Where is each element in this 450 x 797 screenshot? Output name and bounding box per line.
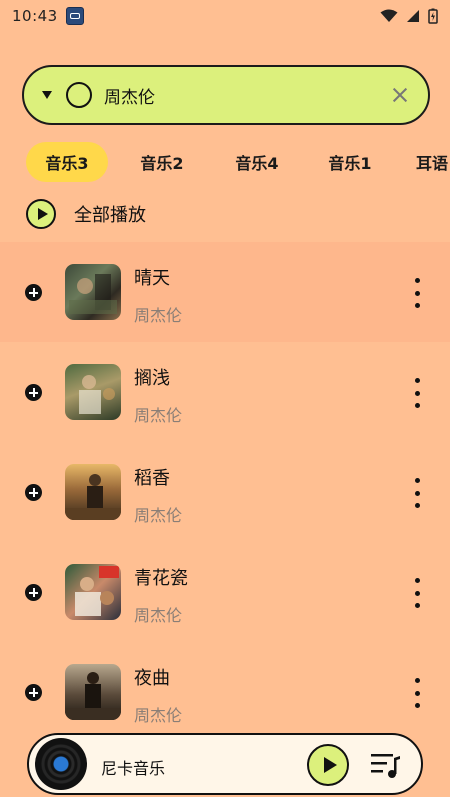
more-options-icon[interactable]	[410, 278, 424, 308]
album-cover	[65, 464, 121, 520]
add-icon[interactable]	[25, 384, 42, 401]
play-all-label: 全部播放	[74, 205, 146, 226]
add-icon[interactable]	[25, 584, 42, 601]
status-indicators	[380, 8, 438, 24]
status-bar: 10:43	[0, 0, 450, 32]
list-item[interactable]: 夜曲 周杰伦	[0, 642, 450, 742]
album-cover	[65, 364, 121, 420]
play-all-button[interactable]	[26, 199, 56, 229]
song-title: 青花瓷	[134, 568, 188, 589]
search-circle-icon	[66, 82, 92, 108]
song-artist: 周杰伦	[134, 406, 183, 425]
search-bar[interactable]: 周杰伦	[22, 65, 430, 125]
wifi-icon	[380, 9, 398, 22]
song-title: 晴天	[134, 268, 170, 289]
more-options-icon[interactable]	[410, 478, 424, 508]
more-options-icon[interactable]	[410, 378, 424, 408]
list-item[interactable]: 青花瓷 周杰伦	[0, 542, 450, 642]
vinyl-disc-icon	[35, 738, 87, 790]
song-title: 搁浅	[134, 368, 170, 389]
tab-music1[interactable]: 音乐1	[314, 142, 386, 182]
list-item[interactable]: 稻香 周杰伦	[0, 442, 450, 542]
song-artist: 周杰伦	[134, 706, 183, 725]
signal-icon	[407, 10, 419, 22]
list-item[interactable]: 搁浅 周杰伦	[0, 342, 450, 442]
player-play-button[interactable]	[307, 744, 349, 786]
close-icon[interactable]	[390, 85, 410, 105]
add-icon[interactable]	[25, 684, 42, 701]
song-artist: 周杰伦	[134, 506, 183, 525]
mini-player[interactable]: 尼卡音乐	[27, 733, 423, 795]
add-icon[interactable]	[25, 284, 42, 301]
category-tabs: 音乐3 音乐2 音乐4 音乐1 耳语	[0, 142, 450, 182]
more-options-icon[interactable]	[410, 578, 424, 608]
play-icon	[323, 757, 337, 773]
dropdown-arrow-icon[interactable]	[42, 91, 52, 99]
album-cover	[65, 664, 121, 720]
album-cover	[65, 264, 121, 320]
battery-icon	[428, 8, 438, 24]
tab-music3[interactable]: 音乐3	[26, 142, 108, 182]
album-cover	[65, 564, 121, 620]
app-notification-icon	[65, 7, 84, 25]
list-item[interactable]: 晴天 周杰伦	[0, 242, 450, 342]
search-input[interactable]: 周杰伦	[104, 83, 155, 108]
song-list: 晴天 周杰伦 搁浅 周杰伦 稻香 周杰伦 青花瓷 周杰伦 夜曲 周杰伦	[0, 242, 450, 742]
song-title: 夜曲	[134, 668, 170, 689]
tab-whisper[interactable]: 耳语	[416, 142, 450, 182]
song-artist: 周杰伦	[134, 306, 183, 325]
play-all[interactable]: 全部播放	[26, 199, 146, 229]
play-icon	[37, 208, 48, 220]
more-options-icon[interactable]	[410, 678, 424, 708]
tab-music4[interactable]: 音乐4	[221, 142, 293, 182]
player-title: 尼卡音乐	[101, 759, 166, 778]
tab-music2[interactable]: 音乐2	[126, 142, 198, 182]
playlist-icon[interactable]	[369, 750, 401, 780]
song-title: 稻香	[134, 468, 170, 489]
song-artist: 周杰伦	[134, 606, 183, 625]
status-time: 10:43	[12, 7, 58, 25]
add-icon[interactable]	[25, 484, 42, 501]
